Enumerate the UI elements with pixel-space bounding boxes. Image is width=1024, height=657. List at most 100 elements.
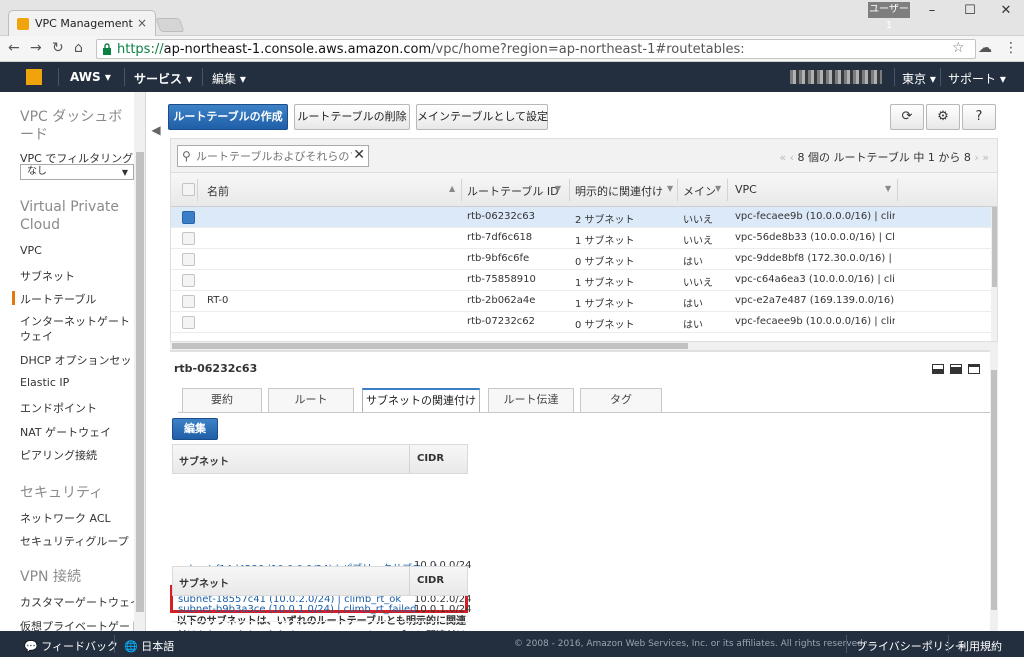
column-id[interactable]: ルートテーブル ID (467, 183, 559, 199)
edit-menu[interactable]: 編集 ▾ (212, 70, 246, 87)
row-checkbox[interactable] (182, 295, 195, 308)
sidebar-item-igw[interactable]: インターネットゲートウェイ (20, 314, 130, 344)
tab-summary[interactable]: 要約 (182, 388, 262, 412)
collapse-sidebar-icon[interactable]: ◀ (146, 120, 166, 140)
url-bar[interactable]: https://ap-northeast-1.console.aws.amazo… (96, 39, 976, 59)
select-all-checkbox[interactable] (182, 183, 195, 196)
sidebar-item-cgw[interactable]: カスタマーゲートウェイ (20, 594, 141, 610)
clear-search-icon[interactable]: ✕ (353, 147, 365, 163)
sidebar-dashboard[interactable]: VPC ダッシュボード (20, 108, 130, 144)
browser-tab[interactable]: VPC Management Console × (8, 10, 156, 36)
sidebar-item-nat[interactable]: NAT ゲートウェイ (20, 424, 111, 440)
menu-icon[interactable]: ⋮ (1004, 40, 1018, 56)
account-menu[interactable] (790, 70, 882, 84)
aws-cube-icon[interactable] (26, 69, 42, 85)
sidebar-item-eip[interactable]: Elastic IP (20, 376, 69, 389)
sidebar-section-security: セキュリティ (20, 485, 104, 501)
table-row[interactable]: rtb-75858910 1 サブネット いいえ vpc-c64a6ea3 (1… (171, 270, 991, 291)
reload-icon[interactable]: ↻ (52, 40, 64, 56)
delete-route-table-button[interactable]: ルートテーブルの削除 (294, 104, 410, 130)
region-menu[interactable]: 東京 ▾ (902, 70, 936, 87)
extension-icon[interactable]: ☁ (978, 40, 992, 56)
search-input[interactable] (196, 148, 352, 164)
column-vpc[interactable]: VPC (735, 183, 757, 196)
layout-bottom-icon[interactable] (932, 364, 944, 374)
chevron-down-icon: ▼ (121, 168, 128, 177)
tab-routes[interactable]: ルート (268, 388, 354, 412)
sidebar-scrollbar[interactable] (134, 92, 145, 631)
subnet-link[interactable]: subnet-b9b3a3ce (10.0.1.0/24) | climb_rt… (178, 604, 417, 615)
layout-half-icon[interactable] (950, 364, 962, 374)
lock-icon (103, 43, 111, 55)
column-name[interactable]: 名前 (207, 183, 229, 199)
column-cidr: CIDR (417, 453, 445, 464)
tab-subnet-associations[interactable]: サブネットの関連付け (362, 388, 480, 413)
sidebar-item-subnets[interactable]: サブネット (20, 268, 75, 284)
language-selector[interactable]: 🌐 日本語 (124, 638, 174, 654)
refresh-icon[interactable]: ⟳ (890, 104, 924, 130)
prev-page-icon[interactable]: ‹ (790, 151, 794, 164)
minimize-icon[interactable]: – (922, 3, 942, 19)
services-menu[interactable]: サービス ▾ (134, 70, 192, 87)
next-page-icon[interactable]: › (974, 151, 978, 164)
filter-bar: ⚲ ✕ « ‹ 8 個の ルートテーブル 中 1 から 8 › » (170, 138, 998, 172)
row-checkbox[interactable] (182, 316, 195, 329)
row-checkbox[interactable] (182, 232, 195, 245)
url-text: https://ap-northeast-1.console.aws.amazo… (117, 42, 745, 57)
browser-tab-strip: VPC Management Console × ユーザー 1 – ☐ ✕ (0, 0, 1024, 36)
feedback-link[interactable]: 💬 フィードバック (24, 638, 118, 654)
aws-menu[interactable]: AWS ▾ (70, 70, 111, 84)
sidebar-item-route-tables[interactable]: ルートテーブル (20, 291, 96, 307)
back-icon[interactable]: ← (8, 40, 20, 56)
table-row[interactable]: RT-0 rtb-2b062a4e 1 サブネット はい vpc-e2a7e48… (171, 291, 991, 312)
subnet-table-header: サブネット CIDR (172, 444, 468, 474)
close-window-icon[interactable]: ✕ (996, 3, 1016, 19)
set-main-table-button[interactable]: メインテーブルとして設定 (416, 104, 548, 130)
row-checkbox[interactable] (182, 274, 195, 287)
row-checkbox[interactable] (182, 211, 195, 224)
sidebar-item-sg[interactable]: セキュリティグループ (20, 533, 129, 549)
terms-link[interactable]: 利用規約 (958, 638, 1002, 654)
support-menu[interactable]: サポート ▾ (948, 70, 1006, 87)
tab-route-propagation[interactable]: ルート伝達 (488, 388, 574, 412)
privacy-link[interactable]: プライバシーポリシー (856, 638, 966, 654)
user-badge[interactable]: ユーザー 1 (868, 2, 910, 31)
grid-vertical-scrollbar[interactable] (991, 207, 997, 341)
sidebar-item-dhcp[interactable]: DHCP オプションセット (20, 352, 143, 368)
last-page-icon[interactable]: » (982, 151, 989, 164)
tab-title: VPC Management Console (35, 17, 135, 30)
column-main[interactable]: メイン (683, 183, 716, 199)
sort-asc-icon[interactable]: ▲ (449, 184, 455, 193)
edit-button[interactable]: 編集 (172, 418, 218, 440)
home-icon[interactable]: ⌂ (74, 40, 83, 56)
sidebar-item-peering[interactable]: ピアリング接続 (20, 447, 97, 463)
vpc-filter-select[interactable]: なし ▼ (20, 164, 134, 180)
search-box[interactable]: ⚲ ✕ (177, 145, 369, 167)
tab-tags[interactable]: タグ (580, 388, 662, 412)
sort-icon: ▼ (555, 184, 562, 193)
table-row[interactable]: rtb-07232c62 0 サブネット はい vpc-fecaee9b (10… (171, 312, 991, 333)
help-icon[interactable]: ? (962, 104, 996, 130)
table-row[interactable]: rtb-7df6c618 1 サブネット いいえ vpc-56de8b33 (1… (171, 228, 991, 249)
table-row[interactable]: rtb-06232c63 2 サブネット いいえ vpc-fecaee9b (1… (171, 207, 991, 228)
table-row[interactable]: rtb-9bf6c6fe 0 サブネット はい vpc-9dde8bf8 (17… (171, 249, 991, 270)
gear-icon[interactable]: ⚙ (926, 104, 960, 130)
pager-text: 8 個の ルートテーブル 中 1 から 8 (797, 151, 971, 164)
column-explicit-assoc[interactable]: 明示的に関連付け (575, 183, 667, 199)
grid-horizontal-scrollbar[interactable] (170, 342, 998, 350)
new-tab-button[interactable] (155, 18, 185, 32)
first-page-icon[interactable]: « (779, 151, 786, 164)
sidebar-item-vgw[interactable]: 仮想プライベートゲート (20, 618, 141, 631)
detail-scrollbar[interactable] (990, 350, 998, 631)
tab-close-icon[interactable]: × (137, 16, 147, 30)
create-route-table-button[interactable]: ルートテーブルの作成 (168, 104, 288, 130)
sidebar-item-endpoints[interactable]: エンドポイント (20, 400, 97, 416)
forward-icon[interactable]: → (30, 40, 42, 56)
bookmark-star-icon[interactable]: ☆ (952, 40, 965, 56)
active-indicator (12, 291, 15, 305)
layout-full-icon[interactable] (968, 364, 980, 374)
row-checkbox[interactable] (182, 253, 195, 266)
sidebar-item-nacl[interactable]: ネットワーク ACL (20, 510, 111, 526)
maximize-icon[interactable]: ☐ (960, 3, 980, 19)
sidebar-item-vpc[interactable]: VPC (20, 244, 42, 257)
